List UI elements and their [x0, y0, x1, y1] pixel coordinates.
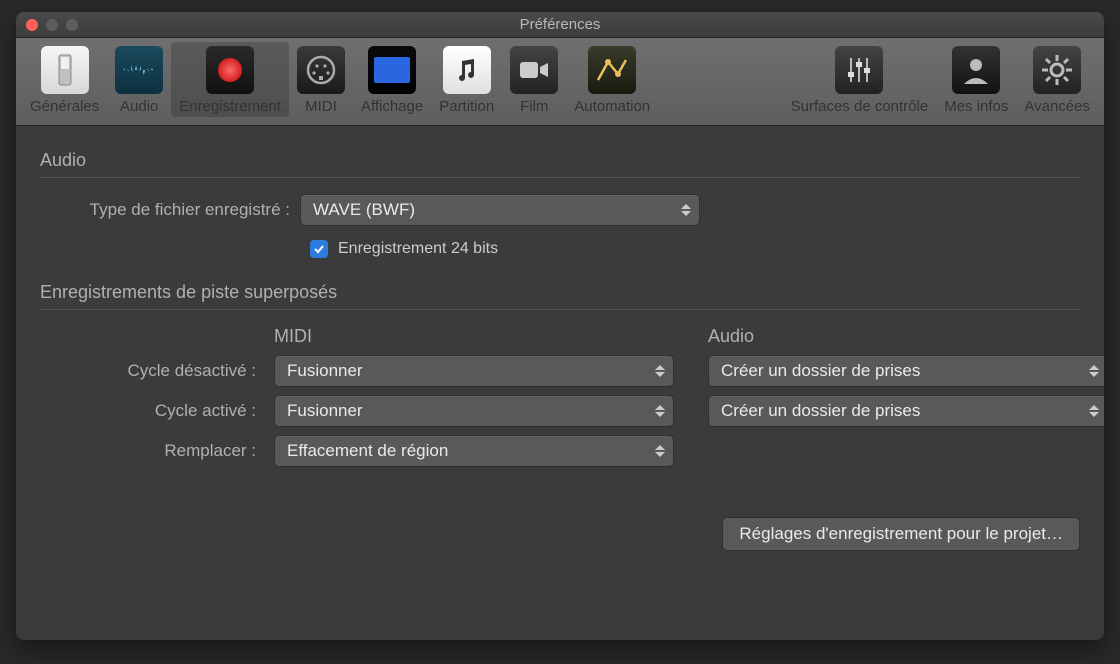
replace-midi-value: Effacement de région: [287, 441, 448, 461]
person-icon: [952, 46, 1000, 94]
cycle-on-midi-value: Fusionner: [287, 401, 363, 421]
tab-film[interactable]: Film: [502, 42, 566, 117]
cycle-on-midi-dropdown[interactable]: Fusionner: [274, 395, 674, 427]
chevron-up-down-icon: [655, 365, 665, 377]
file-type-dropdown[interactable]: WAVE (BWF): [300, 194, 700, 226]
chevron-up-down-icon: [1089, 365, 1099, 377]
divider: [40, 309, 1080, 310]
preferences-toolbar: Générales Audio Enregistrement MIDI Affi…: [16, 38, 1104, 126]
window-title: Préférences: [16, 16, 1104, 33]
tab-my-info-label: Mes infos: [944, 98, 1008, 115]
tab-advanced[interactable]: Avancées: [1016, 42, 1098, 117]
replace-label: Remplacer :: [40, 441, 260, 461]
tab-automation[interactable]: Automation: [566, 42, 658, 117]
music-notes-icon: [443, 46, 491, 94]
overlap-section-title: Enregistrements de piste superposés: [40, 282, 1080, 303]
tab-audio[interactable]: Audio: [107, 42, 171, 117]
titlebar: Préférences: [16, 12, 1104, 38]
cycle-off-midi-dropdown[interactable]: Fusionner: [274, 355, 674, 387]
tab-recording[interactable]: Enregistrement: [171, 42, 289, 117]
tab-general[interactable]: Générales: [22, 42, 107, 117]
chevron-up-down-icon: [681, 204, 691, 216]
tab-my-info[interactable]: Mes infos: [936, 42, 1016, 117]
tab-recording-label: Enregistrement: [179, 98, 281, 115]
tab-advanced-label: Avancées: [1024, 98, 1090, 115]
replace-midi-dropdown[interactable]: Effacement de région: [274, 435, 674, 467]
tab-film-label: Film: [520, 98, 548, 115]
waveform-icon: [115, 46, 163, 94]
tab-automation-label: Automation: [574, 98, 650, 115]
record-icon: [206, 46, 254, 94]
tab-midi[interactable]: MIDI: [289, 42, 353, 117]
24bit-recording-label: Enregistrement 24 bits: [338, 240, 498, 258]
recording-pane: Audio Type de fichier enregistré : WAVE …: [16, 126, 1104, 567]
cycle-off-midi-value: Fusionner: [287, 361, 363, 381]
preferences-window: Préférences Générales Audio Enregistreme…: [16, 12, 1104, 640]
tab-control-surfaces[interactable]: Surfaces de contrôle: [783, 42, 937, 117]
tab-score[interactable]: Partition: [431, 42, 502, 117]
audio-section-title: Audio: [40, 150, 1080, 171]
cycle-off-audio-value: Créer un dossier de prises: [721, 361, 920, 381]
tab-midi-label: MIDI: [305, 98, 337, 115]
cycle-on-label: Cycle activé :: [40, 401, 260, 421]
cycle-off-label: Cycle désactivé :: [40, 361, 260, 381]
project-recording-settings-button[interactable]: Réglages d'enregistrement pour le projet…: [722, 517, 1080, 551]
camera-icon: [510, 46, 558, 94]
switch-icon: [41, 46, 89, 94]
cycle-on-audio-value: Créer un dossier de prises: [721, 401, 920, 421]
tab-general-label: Générales: [30, 98, 99, 115]
midi-connector-icon: [297, 46, 345, 94]
audio-column-header: Audio: [708, 326, 1104, 347]
chevron-up-down-icon: [655, 445, 665, 457]
tab-display[interactable]: Affichage: [353, 42, 431, 117]
monitor-icon: [368, 46, 416, 94]
cycle-on-audio-dropdown[interactable]: Créer un dossier de prises: [708, 395, 1104, 427]
midi-column-header: MIDI: [274, 326, 694, 347]
tab-display-label: Affichage: [361, 98, 423, 115]
tab-audio-label: Audio: [120, 98, 158, 115]
tab-score-label: Partition: [439, 98, 494, 115]
24bit-recording-checkbox[interactable]: [310, 240, 328, 258]
checkmark-icon: [313, 243, 325, 255]
tab-control-surfaces-label: Surfaces de contrôle: [791, 98, 929, 115]
chevron-up-down-icon: [1089, 405, 1099, 417]
faders-icon: [835, 46, 883, 94]
file-type-label: Type de fichier enregistré :: [40, 200, 300, 220]
cycle-off-audio-dropdown[interactable]: Créer un dossier de prises: [708, 355, 1104, 387]
file-type-value: WAVE (BWF): [313, 200, 415, 220]
chevron-up-down-icon: [655, 405, 665, 417]
project-recording-settings-label: Réglages d'enregistrement pour le projet…: [739, 524, 1063, 543]
divider: [40, 177, 1080, 178]
automation-curve-icon: [588, 46, 636, 94]
gear-icon: [1033, 46, 1081, 94]
